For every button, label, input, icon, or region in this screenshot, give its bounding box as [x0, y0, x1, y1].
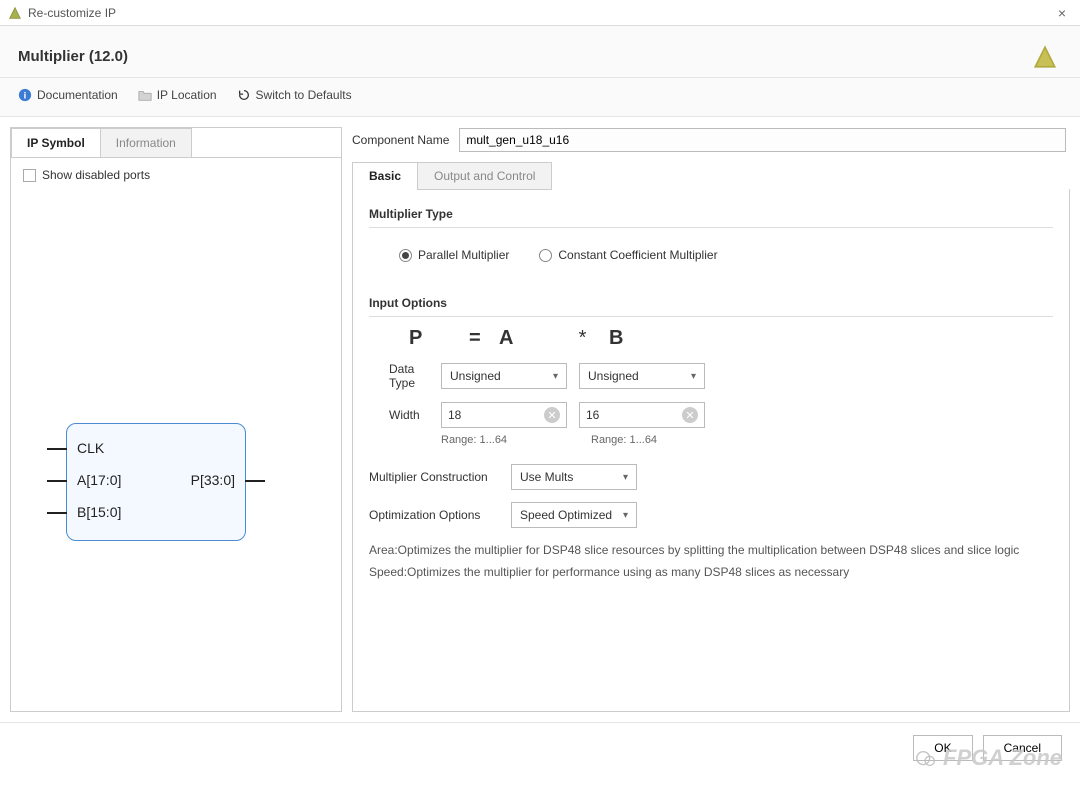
port-p: P[33:0] — [191, 472, 235, 488]
close-icon[interactable]: × — [1052, 5, 1072, 21]
left-body: Show disabled ports CLK A[17:0] B[15:0] … — [11, 158, 341, 709]
wechat-icon — [915, 748, 937, 770]
data-type-a-select[interactable]: Unsigned ▾ — [441, 363, 567, 389]
radio-parallel-multiplier[interactable]: Parallel Multiplier — [399, 248, 509, 262]
body: IP Symbol Information Show disabled port… — [0, 117, 1080, 722]
speed-note: Speed:Optimizes the multiplier for perfo… — [369, 562, 1053, 584]
page-title: Multiplier (12.0) — [18, 48, 1062, 65]
range-b: Range: 1...64 — [591, 434, 717, 446]
port-b: B[15:0] — [77, 504, 121, 520]
construction-select[interactable]: Use Mults ▾ — [511, 464, 637, 490]
optimization-select[interactable]: Speed Optimized ▾ — [511, 502, 637, 528]
radio-constant-coefficient[interactable]: Constant Coefficient Multiplier — [539, 248, 717, 262]
clear-icon[interactable]: ✕ — [682, 407, 698, 423]
input-options-title: Input Options — [369, 296, 1053, 310]
radio-icon — [399, 249, 412, 262]
component-name-input[interactable] — [459, 128, 1066, 152]
chevron-down-icon: ▾ — [553, 371, 558, 382]
titlebar: Re-customize IP × — [0, 0, 1080, 26]
folder-icon — [138, 88, 152, 102]
window-title: Re-customize IP — [28, 6, 1052, 20]
width-label: Width — [369, 408, 429, 422]
config-tabs: Basic Output and Control — [352, 162, 1070, 190]
width-b-input[interactable]: 16 ✕ — [579, 402, 705, 428]
right-panel: Component Name Basic Output and Control … — [352, 127, 1070, 712]
checkbox-icon — [23, 169, 36, 182]
radio-icon — [539, 249, 552, 262]
app-icon — [8, 6, 22, 20]
reset-icon — [237, 88, 251, 102]
chevron-down-icon: ▾ — [623, 472, 628, 483]
left-panel: IP Symbol Information Show disabled port… — [10, 127, 342, 712]
svg-text:i: i — [24, 91, 27, 102]
ip-location-link[interactable]: IP Location — [138, 88, 217, 102]
tab-ip-symbol[interactable]: IP Symbol — [11, 128, 101, 157]
component-name-label: Component Name — [352, 133, 449, 147]
construction-label: Multiplier Construction — [369, 470, 499, 484]
chevron-down-icon: ▾ — [623, 510, 628, 521]
clear-icon[interactable]: ✕ — [544, 407, 560, 423]
show-disabled-ports-checkbox[interactable]: Show disabled ports — [23, 168, 329, 182]
data-type-b-select[interactable]: Unsigned ▾ — [579, 363, 705, 389]
width-a-input[interactable]: 18 ✕ — [441, 402, 567, 428]
port-clk: CLK — [77, 440, 104, 456]
ip-symbol-diagram: CLK A[17:0] B[15:0] P[33:0] — [66, 423, 246, 541]
watermark: FPGA Zone — [915, 745, 1062, 771]
left-tabs: IP Symbol Information — [11, 128, 341, 158]
header: Multiplier (12.0) — [0, 26, 1080, 78]
basic-tab-content: Multiplier Type Parallel Multiplier Cons… — [352, 189, 1070, 712]
tab-information[interactable]: Information — [100, 128, 192, 157]
tab-output-control[interactable]: Output and Control — [417, 162, 552, 190]
port-a: A[17:0] — [77, 472, 121, 488]
range-a: Range: 1...64 — [441, 434, 567, 446]
area-note: Area:Optimizes the multiplier for DSP48 … — [369, 540, 1053, 562]
equation-label: P=A*B — [369, 327, 1053, 350]
vendor-logo-icon — [1032, 44, 1058, 70]
tab-basic[interactable]: Basic — [352, 162, 418, 190]
multiplier-type-title: Multiplier Type — [369, 207, 1053, 221]
switch-defaults-link[interactable]: Switch to Defaults — [237, 88, 352, 102]
optimization-label: Optimization Options — [369, 508, 499, 522]
toolbar: i Documentation IP Location Switch to De… — [0, 78, 1080, 117]
documentation-link[interactable]: i Documentation — [18, 88, 118, 102]
component-name-row: Component Name — [352, 127, 1070, 162]
data-type-label: Data Type — [369, 362, 429, 390]
chevron-down-icon: ▾ — [691, 371, 696, 382]
info-icon: i — [18, 88, 32, 102]
